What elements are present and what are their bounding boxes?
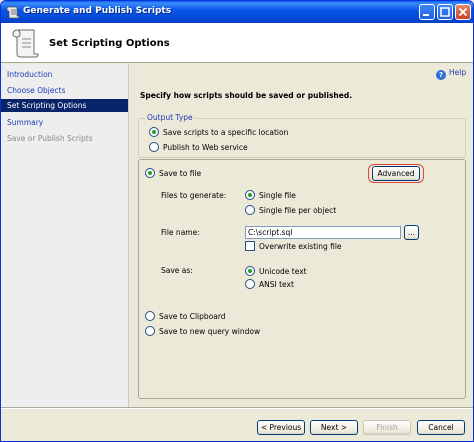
- dialog-window: Generate and Publish Scripts Set Scripti…: [0, 0, 474, 442]
- save-options-panel: Save to file Advanced Files to generate:…: [138, 159, 466, 399]
- file-name-label: File name:: [161, 228, 200, 237]
- single-file-per-object-label: Single file per object: [259, 206, 337, 215]
- window-title: Generate and Publish Scripts: [23, 6, 172, 16]
- next-button[interactable]: Next >: [310, 420, 358, 435]
- single-file-radio[interactable]: Single file: [245, 190, 296, 200]
- radio-dot: [149, 127, 159, 137]
- save-to-file-radio[interactable]: Save to file: [145, 168, 201, 178]
- radio-dot: [245, 205, 255, 215]
- maximize-icon: [440, 7, 450, 17]
- instruction-text: Specify how scripts should be saved or p…: [140, 91, 353, 100]
- publish-label: Publish to Web service: [163, 143, 248, 152]
- nav-item-summary[interactable]: Summary: [1, 116, 128, 129]
- nav-item-save-or-publish: Save or Publish Scripts: [7, 134, 93, 143]
- clipboard-label: Save to Clipboard: [159, 312, 226, 321]
- save-scripts-label: Save scripts to a specific location: [163, 128, 289, 137]
- save-scripts-radio[interactable]: Save scripts to a specific location: [149, 127, 288, 137]
- checkbox-box: [245, 241, 255, 251]
- overwrite-checkbox[interactable]: Overwrite existing file: [245, 241, 342, 251]
- content-area: ? Help Specify how scripts should be save…: [130, 64, 473, 407]
- publish-web-service-radio[interactable]: Publish to Web service: [149, 142, 248, 152]
- radio-dot: [145, 168, 155, 178]
- save-to-new-query-window-radio[interactable]: Save to new query window: [145, 326, 260, 336]
- help-link[interactable]: ? Help: [436, 68, 466, 80]
- script-scroll-icon: [12, 29, 39, 58]
- output-type-group: Output Type Save scripts to a specific l…: [138, 113, 466, 158]
- output-type-legend: Output Type: [145, 113, 195, 122]
- maximize-button[interactable]: [437, 4, 453, 20]
- minimize-icon: [423, 14, 429, 16]
- unicode-label: Unicode text: [259, 267, 307, 276]
- page-title: Set Scripting Options: [49, 38, 170, 49]
- browse-button[interactable]: ...: [404, 225, 419, 240]
- nav-item-set-scripting-options[interactable]: Set Scripting Options: [1, 99, 128, 112]
- nav-item-introduction[interactable]: Introduction: [1, 68, 128, 81]
- footer-separator: [1, 408, 473, 409]
- radio-dot: [145, 326, 155, 336]
- cancel-button[interactable]: Cancel: [417, 420, 465, 435]
- file-name-input[interactable]: C:\script.sql: [245, 226, 401, 239]
- minimize-button[interactable]: [419, 4, 435, 20]
- ansi-label: ANSI text: [259, 280, 294, 289]
- radio-dot: [245, 190, 255, 200]
- single-file-label: Single file: [259, 191, 296, 200]
- radio-dot: [145, 311, 155, 321]
- radio-dot: [149, 142, 159, 152]
- previous-button[interactable]: < Previous: [257, 420, 305, 435]
- single-file-per-object-radio[interactable]: Single file per object: [245, 205, 336, 215]
- nav-item-choose-objects[interactable]: Choose Objects: [1, 84, 128, 97]
- title-bar[interactable]: Generate and Publish Scripts: [1, 1, 473, 23]
- close-icon: [458, 7, 468, 17]
- save-to-clipboard-radio[interactable]: Save to Clipboard: [145, 311, 226, 321]
- ansi-text-radio[interactable]: ANSI text: [245, 279, 294, 289]
- advanced-button[interactable]: Advanced: [372, 166, 420, 181]
- finish-button: Finish: [363, 420, 411, 435]
- wizard-nav: Introduction Choose Objects Set Scriptin…: [1, 64, 129, 407]
- radio-dot: [245, 266, 255, 276]
- radio-dot: [245, 279, 255, 289]
- help-icon: ?: [436, 70, 446, 80]
- overwrite-label: Overwrite existing file: [259, 242, 342, 251]
- save-to-file-label: Save to file: [159, 169, 202, 178]
- scroll-icon: [6, 6, 20, 19]
- wizard-footer: < Previous Next > Finish Cancel: [1, 407, 473, 441]
- files-to-generate-label: Files to generate:: [161, 191, 227, 200]
- new-query-label: Save to new query window: [159, 327, 261, 336]
- wizard-header: Set Scripting Options: [1, 23, 473, 63]
- help-label: Help: [449, 68, 467, 77]
- unicode-text-radio[interactable]: Unicode text: [245, 266, 307, 276]
- close-button[interactable]: [455, 4, 471, 20]
- save-as-label: Save as:: [161, 266, 193, 275]
